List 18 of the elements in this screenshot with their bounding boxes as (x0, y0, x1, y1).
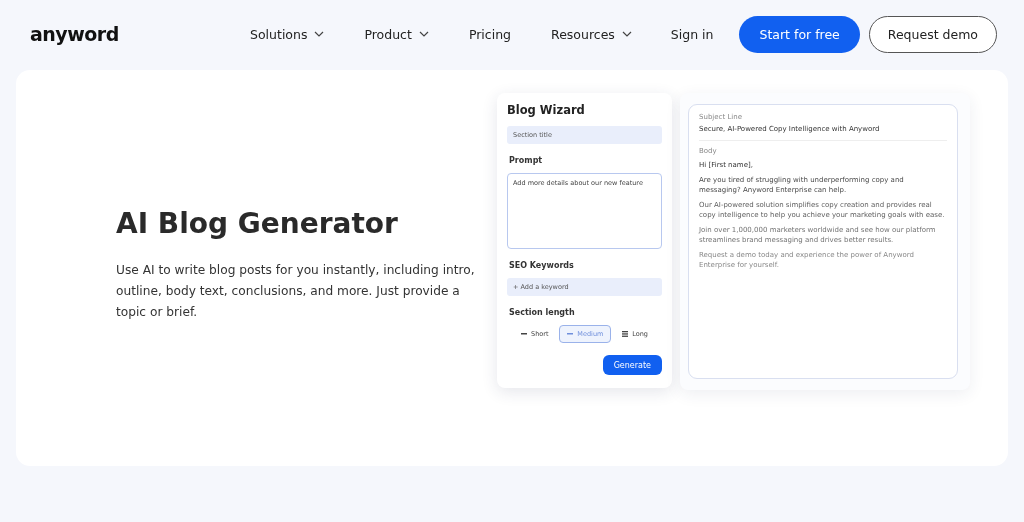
hero-description: Use AI to write blog posts for you instantly, including intro, outline, body text, conclusions, and more. Just provide a topic or brief. (116, 262, 476, 321)
prompt-label: Prompt (509, 156, 544, 165)
nav-link[interactable]: Pricing (468, 26, 512, 42)
dash-icon (521, 333, 527, 335)
logo[interactable]: anyword (30, 23, 250, 45)
nav-link[interactable]: Product (364, 26, 429, 42)
generate-button[interactable]: Generate (602, 355, 662, 375)
sign-in-link[interactable]: Sign in (670, 26, 714, 42)
length-label: Section length (509, 308, 576, 317)
request-demo-button[interactable]: Request demo (868, 15, 997, 53)
nav-link[interactable]: Solutions (250, 26, 325, 42)
dash-icon (567, 333, 574, 335)
hero-title: AI Blog Generator (116, 207, 399, 240)
nav-link[interactable]: Resources (551, 26, 632, 42)
wizard-title: Blog Wizard (507, 103, 586, 117)
lines-icon (622, 331, 629, 337)
start-free-button[interactable]: Start for free (739, 15, 860, 53)
keywords-label: SEO Keywords (509, 261, 575, 270)
